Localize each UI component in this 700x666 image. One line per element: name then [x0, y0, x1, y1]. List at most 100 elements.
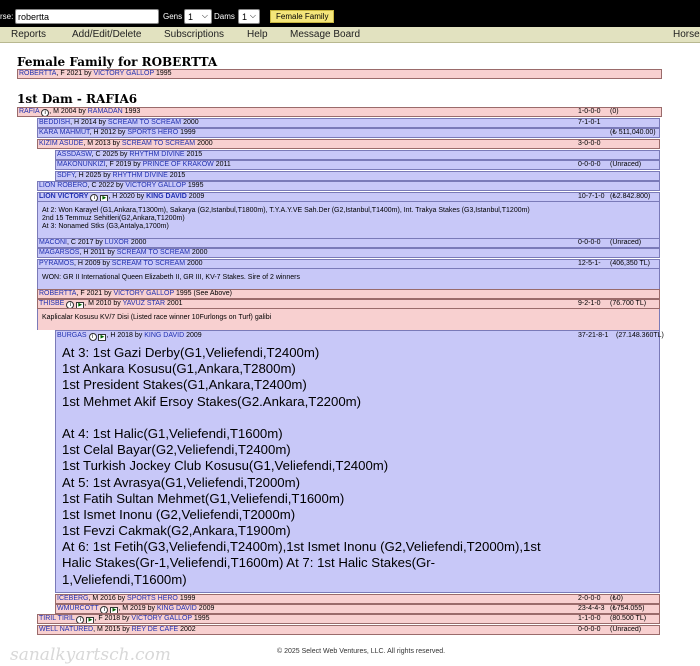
info-icon[interactable]: i — [76, 616, 85, 623]
table-row: KARA MAHMUT, H 2012 by SPORTS HERO 1999 (… — [37, 128, 660, 138]
sire-link[interactable]: YAVUZ STAR — [123, 300, 165, 307]
sire-year: 2002 — [178, 626, 196, 633]
page-title: Female Family for ROBERTTA — [17, 55, 218, 69]
horse-link[interactable]: MAKONUNKIZI — [57, 161, 106, 168]
sire-link[interactable]: SCREAM TO SCREAM — [117, 249, 190, 256]
race-history-line: 1st Turkish Jockey Club Kosusu(G1,Velief… — [62, 458, 389, 474]
sire-link[interactable]: REY DE CAFE — [132, 626, 179, 633]
female-family-button[interactable]: Female Family — [270, 10, 335, 23]
sire-link[interactable]: PRINCE OF KRAKOW — [143, 161, 214, 168]
horse-link[interactable]: BEDDISH — [39, 119, 70, 126]
horse-link[interactable]: PYRAMOS — [39, 260, 74, 267]
info-icon[interactable]: i — [100, 606, 109, 613]
menu-add-edit-delete[interactable]: Add/Edit/Delete — [72, 29, 142, 40]
horse-info: , C 2022 by — [87, 182, 126, 189]
table-row: MACONI, C 2017 by LUXOR 2000 0-0-0-0 (Unra… — [37, 238, 660, 248]
menu-message-board[interactable]: Message Board — [290, 29, 360, 40]
horse-info: , H 2014 by — [70, 119, 108, 126]
sire-year: 2000 — [128, 239, 147, 246]
race-record: 0-0-0-0 — [578, 626, 601, 633]
gens-label: Gens — [163, 12, 183, 21]
race-history: At 3: 1st Gazi Derby(G1,Veliefendi,T2400… — [62, 345, 541, 588]
sire-link[interactable]: SPORTS HERO — [127, 595, 178, 602]
earnings: (₺ 511,040.00) — [610, 129, 656, 136]
horse-link[interactable]: LION VICTORY — [39, 193, 88, 200]
sire-link[interactable]: VICTORY GALLOP — [131, 615, 192, 622]
gens-select[interactable]: 1 ⌵ — [184, 9, 212, 24]
horse-info: , M 2019 by — [118, 605, 157, 612]
horse-info: , H 2020 by — [108, 193, 147, 200]
info-icon[interactable]: i — [90, 194, 99, 201]
sire-link[interactable]: RAMADAN — [88, 108, 123, 115]
horse-link[interactable]: WMURCOTT — [57, 605, 98, 612]
menu-bar: Reports Add/Edit/Delete Subscriptions He… — [0, 27, 700, 43]
horse-link[interactable]: ROBERTTA — [19, 70, 56, 77]
horse-link[interactable]: LION ROBERO — [39, 182, 88, 189]
horse-link[interactable]: KIZIM ASUDE — [39, 140, 83, 147]
sire-year: 2000 — [181, 119, 199, 126]
horse-link[interactable]: MAGARSOS — [39, 249, 79, 256]
sire-link[interactable]: VICTORY GALLOP — [125, 182, 186, 189]
sire-link[interactable]: SCREAM TO SCREAM — [122, 140, 195, 147]
earnings: (₺0) — [610, 595, 624, 602]
sire-link[interactable]: KING DAVID — [144, 332, 184, 339]
table-row: WELL NATURED, M 2015 by REY DE CAFE 2002… — [37, 625, 660, 635]
sire-link[interactable]: VICTORY GALLOP — [113, 290, 174, 297]
horse-info: , M 2013 by — [83, 140, 122, 147]
horse-link[interactable]: RAFIA — [19, 108, 39, 115]
horse-link[interactable]: THISBE — [39, 300, 64, 307]
sire-link[interactable]: KING DAVID — [157, 605, 197, 612]
table-row: RAFIA i, M 2004 by RAMADAN 1993 1-0-0-0 (0… — [17, 107, 662, 117]
menu-subscriptions[interactable]: Subscriptions — [164, 29, 224, 40]
race-history-line: 1st President Stakes(G1,Ankara,T2400m) — [62, 377, 307, 393]
horse-info: , H 2011 by — [79, 249, 117, 256]
horse-link[interactable]: TIRIL TIRIL — [39, 615, 75, 622]
sire-link[interactable]: KING DAVID — [146, 193, 187, 200]
horse-info: , F 2019 by — [105, 161, 143, 168]
horse-info: , M 2004 by — [49, 108, 88, 115]
sire-link[interactable]: LUXOR — [105, 239, 129, 246]
menu-horse-label: Horse: — [673, 29, 700, 40]
info-icon[interactable]: i — [66, 301, 75, 308]
sire-year: 2009 — [186, 193, 205, 200]
race-record: 37-21-8-1 — [578, 332, 609, 339]
horse-info: , H 2025 by — [74, 172, 113, 179]
horse-link[interactable]: KARA MAHMUT — [39, 129, 90, 136]
horse-link[interactable]: ROBERTTA — [39, 290, 76, 297]
horse-info: , H 2012 by — [89, 129, 128, 136]
info-icon[interactable]: i — [41, 109, 50, 116]
horse-link[interactable]: BURGAS — [57, 332, 87, 339]
sire-year: 2015 — [167, 172, 186, 179]
horse-link[interactable]: MACONI — [39, 239, 67, 246]
race-note: 2nd 15 Temmuz Sehitleri(G2,Ankara,T1200m… — [42, 215, 185, 222]
info-icon[interactable]: i — [88, 333, 97, 341]
sire-link[interactable]: SCREAM TO SCREAM — [112, 260, 185, 267]
table-row: LION ROBERO, C 2022 by VICTORY GALLOP 19… — [37, 181, 660, 191]
horse-link[interactable]: ICEBERG — [57, 595, 89, 602]
race-note: Kaplicalar Kosusu KV/7 Disi (Listed race… — [42, 314, 272, 321]
horse-link[interactable]: ASSDASW — [57, 151, 92, 158]
sire-link[interactable]: SCREAM TO SCREAM — [108, 119, 181, 126]
copyright-footer: © 2025 Select Web Ventures, LLC. All rig… — [277, 648, 446, 655]
earnings: (Unraced) — [610, 626, 642, 633]
race-history-line: At 5: 1st Avrasya(G1,Veliefendi,T2000m) — [62, 474, 300, 490]
race-record: 10-7-1-0 — [578, 193, 605, 200]
sire-link[interactable]: SPORTS HERO — [127, 129, 178, 136]
horse-search-input[interactable]: robertta — [15, 9, 159, 24]
dams-select[interactable]: 1 ⌵ — [238, 9, 260, 24]
menu-reports[interactable]: Reports — [11, 29, 46, 40]
menu-help[interactable]: Help — [247, 29, 268, 40]
race-note: At 2: Won Karayel (G1,Ankara,T1300m), Sa… — [42, 207, 530, 214]
sire-link[interactable]: VICTORY GALLOP — [93, 70, 154, 77]
sire-link[interactable]: RHYTHM DIVINE — [113, 172, 168, 179]
video-icon[interactable]: ▶ — [76, 302, 85, 308]
sire-year: 2011 — [213, 161, 231, 168]
earnings: (₺754.055) — [610, 605, 645, 612]
table-row: ASSDASW, C 2025 by RHYTHM DIVINE 2015 — [55, 150, 660, 160]
earnings: (Unraced) — [610, 161, 642, 168]
sire-year: 2001 — [165, 300, 183, 307]
horse-link[interactable]: WELL NATURED — [39, 626, 93, 633]
sire-link[interactable]: RHYTHM DIVINE — [129, 151, 184, 158]
table-row: PYRAMOS, H 2009 by SCREAM TO SCREAM 2000… — [37, 259, 660, 269]
horse-link[interactable]: SDFY — [57, 172, 75, 179]
